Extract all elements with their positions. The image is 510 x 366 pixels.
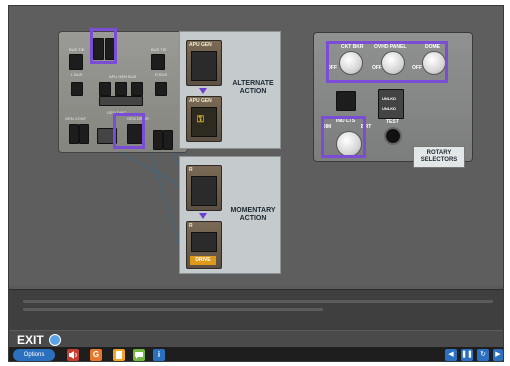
drive-r-label-top: R xyxy=(189,167,193,173)
exit-icon[interactable] xyxy=(49,334,61,346)
apu-bus-switch-2[interactable] xyxy=(115,82,127,96)
drive-switch-unit-top[interactable]: R xyxy=(186,165,222,211)
gen-control-switch-4[interactable] xyxy=(163,130,173,150)
gen-control-switch-3[interactable] xyxy=(153,130,163,150)
narration-text-bar xyxy=(9,289,503,330)
drive-switch-face-bottom xyxy=(191,232,217,252)
apu-gen-switch-face-bottom: ⚿ xyxy=(191,107,217,137)
chat-icon[interactable] xyxy=(133,349,145,361)
drive-r-label-bottom: R xyxy=(189,223,193,229)
momentary-arrow-icon xyxy=(199,213,207,219)
bus-tie-right-label: BUS TIE xyxy=(151,47,167,52)
notes-icon[interactable] xyxy=(113,349,125,361)
slide-stage: BUS TIE BUS TIE APU GEN BUS L BUS R BUS … xyxy=(9,6,503,286)
alternate-arrow-icon xyxy=(199,88,207,94)
narration-text-line xyxy=(23,308,323,311)
gen-control-switch-1[interactable] xyxy=(69,124,79,144)
replay-icon[interactable]: ↻ xyxy=(477,349,489,361)
apu-gen-label-top: APU GEN xyxy=(189,42,212,48)
drive-switch-unit-bottom[interactable]: R DRIVE xyxy=(186,221,222,269)
drive-switch-face-top xyxy=(191,176,217,206)
drive-indicator: DRIVE xyxy=(190,256,216,265)
apu-gen-highlight xyxy=(90,28,117,64)
ind-lts-highlight xyxy=(321,116,366,158)
next-icon[interactable]: ▶ xyxy=(493,349,503,361)
apu-bus-switch-1[interactable] xyxy=(99,82,111,96)
player-toolbar: Options G i ◀ ❚❚ ↻ ▶ xyxy=(9,347,503,361)
course-frame: BUS TIE BUS TIE APU GEN BUS L BUS R BUS … xyxy=(8,5,504,362)
gen-drive-highlight xyxy=(113,113,145,149)
gen-control-switch-2[interactable] xyxy=(79,124,89,144)
l-bus-label: L BUS xyxy=(71,72,83,77)
rotary-knobs-highlight xyxy=(326,41,448,83)
apu-gen-bus-label: APU GEN BUS xyxy=(109,74,137,79)
unlkd-label-1: UNLKD xyxy=(382,96,396,101)
r-bus-label: R BUS xyxy=(155,72,168,77)
unlkd-label-2: UNLKD xyxy=(382,106,396,111)
panel-light-switch[interactable] xyxy=(336,91,356,111)
l-bus-switch[interactable] xyxy=(71,82,83,96)
key-icon: ⚿ xyxy=(197,114,204,124)
momentary-action-label: MOMENTARY ACTION xyxy=(230,207,276,222)
bus-tie-left-switch[interactable] xyxy=(69,54,83,70)
exit-bar: EXIT xyxy=(9,331,503,347)
unlocked-indicator: UNLKD UNLKD xyxy=(378,89,404,119)
narration-text-line xyxy=(23,300,493,303)
momentary-action-panel: R R DRIVE MOMENTARY ACTION xyxy=(179,156,281,274)
bus-tie-right-switch[interactable] xyxy=(151,54,165,70)
info-icon[interactable]: i xyxy=(153,349,165,361)
test-button[interactable] xyxy=(384,127,402,145)
apu-bus-switch-3[interactable] xyxy=(131,82,143,96)
apu-gen-switch-unit-top[interactable]: APU GEN xyxy=(186,40,222,86)
alternate-action-label: ALTERNATE ACTION xyxy=(232,80,274,95)
apu-gen-switch-unit-bottom[interactable]: APU GEN ⚿ xyxy=(186,96,222,142)
alternate-action-panel: APU GEN APU GEN ⚿ ALTERNATE ACTION xyxy=(179,31,281,149)
glossary-icon[interactable]: G xyxy=(90,349,102,361)
prev-icon[interactable]: ◀ xyxy=(445,349,457,361)
rotary-selectors-label: ROTARY SELECTORS xyxy=(413,146,465,168)
test-label: TEST xyxy=(386,119,399,125)
apu-gen-label-bottom: APU GEN xyxy=(189,98,212,104)
bus-tie-left-label: BUS TIE xyxy=(69,47,85,52)
pause-icon[interactable]: ❚❚ xyxy=(461,349,473,361)
gen-disc-guard[interactable] xyxy=(99,96,143,106)
speaker-icon[interactable] xyxy=(67,349,79,361)
gen-control-label: GEN CONT xyxy=(65,116,87,121)
exit-button[interactable]: EXIT xyxy=(17,333,44,347)
r-bus-switch[interactable] xyxy=(155,82,167,96)
options-button[interactable]: Options xyxy=(13,349,55,361)
apu-gen-switch-face-top xyxy=(191,51,217,81)
